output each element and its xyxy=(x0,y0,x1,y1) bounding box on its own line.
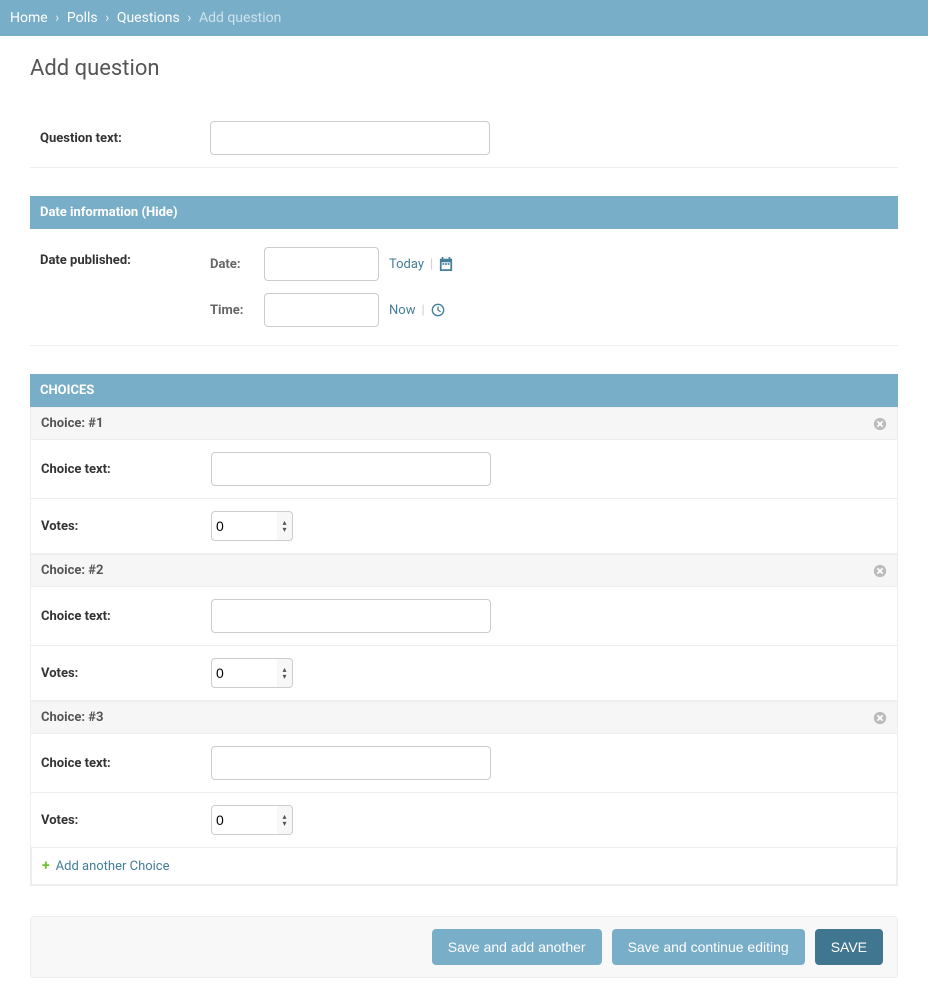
breadcrumb-home[interactable]: Home xyxy=(10,10,48,26)
save-add-another-button[interactable]: Save and add another xyxy=(432,929,602,965)
votes-input[interactable] xyxy=(211,658,281,688)
breadcrumb: Home › Polls › Questions › Add question xyxy=(0,0,928,36)
choice-header: Choice: #3 xyxy=(31,701,897,734)
time-sublabel: Time: xyxy=(210,303,254,318)
choice-header: Choice: #2 xyxy=(31,554,897,587)
choice-text-input[interactable] xyxy=(211,452,491,486)
choices-section-header: CHOICES xyxy=(30,374,898,407)
time-input[interactable] xyxy=(264,293,379,327)
votes-input[interactable] xyxy=(211,805,281,835)
votes-input[interactable] xyxy=(211,511,281,541)
votes-label: Votes: xyxy=(41,666,211,681)
calendar-icon[interactable] xyxy=(439,257,453,271)
choice-text-label: Choice text: xyxy=(41,609,211,624)
choice-text-input[interactable] xyxy=(211,599,491,633)
breadcrumb-separator: › xyxy=(51,10,63,26)
question-text-label: Question text: xyxy=(40,131,210,146)
date-sublabel: Date: xyxy=(210,257,254,272)
date-published-label: Date published: xyxy=(40,247,210,268)
date-section-header: Date information (Hide) xyxy=(30,196,898,229)
save-button[interactable]: SAVE xyxy=(815,929,883,965)
number-spinner-icon[interactable]: ▴▾ xyxy=(277,658,293,688)
choice-header-label: Choice: #1 xyxy=(41,416,103,431)
delete-icon[interactable] xyxy=(873,564,887,578)
choice-text-input[interactable] xyxy=(211,746,491,780)
question-text-input[interactable] xyxy=(210,121,490,155)
separator: | xyxy=(430,257,433,272)
separator: | xyxy=(421,303,424,318)
choice-header: Choice: #1 xyxy=(31,407,897,440)
votes-label: Votes: xyxy=(41,813,211,828)
plus-icon: + xyxy=(42,858,50,874)
page-title: Add question xyxy=(30,56,898,81)
add-another-row: + Add another Choice xyxy=(31,848,897,885)
date-input[interactable] xyxy=(264,247,379,281)
breadcrumb-questions[interactable]: Questions xyxy=(117,10,180,26)
choice-header-label: Choice: #2 xyxy=(41,563,103,578)
number-spinner-icon[interactable]: ▴▾ xyxy=(277,511,293,541)
breadcrumb-current: Add question xyxy=(199,10,281,26)
now-link[interactable]: Now xyxy=(389,303,415,318)
breadcrumb-separator: › xyxy=(183,10,195,26)
choice-text-label: Choice text: xyxy=(41,462,211,477)
choice-text-label: Choice text: xyxy=(41,756,211,771)
today-link[interactable]: Today xyxy=(389,257,424,272)
choice-header-label: Choice: #3 xyxy=(41,710,103,725)
breadcrumb-polls[interactable]: Polls xyxy=(67,10,98,26)
date-section-label: Date information xyxy=(40,205,138,220)
votes-label: Votes: xyxy=(41,519,211,534)
date-section-toggle[interactable]: (Hide) xyxy=(141,205,177,220)
save-continue-button[interactable]: Save and continue editing xyxy=(612,929,805,965)
submit-row: Save and add another Save and continue e… xyxy=(30,916,898,978)
number-spinner-icon[interactable]: ▴▾ xyxy=(277,805,293,835)
add-another-label: Add another Choice xyxy=(56,859,170,874)
delete-icon[interactable] xyxy=(873,711,887,725)
add-another-choice-link[interactable]: + Add another Choice xyxy=(42,858,170,874)
choices-inline-group: Choice: #1 Choice text: Votes: ▴▾ xyxy=(30,407,898,886)
delete-icon[interactable] xyxy=(873,417,887,431)
breadcrumb-separator: › xyxy=(101,10,113,26)
clock-icon[interactable] xyxy=(431,303,445,317)
